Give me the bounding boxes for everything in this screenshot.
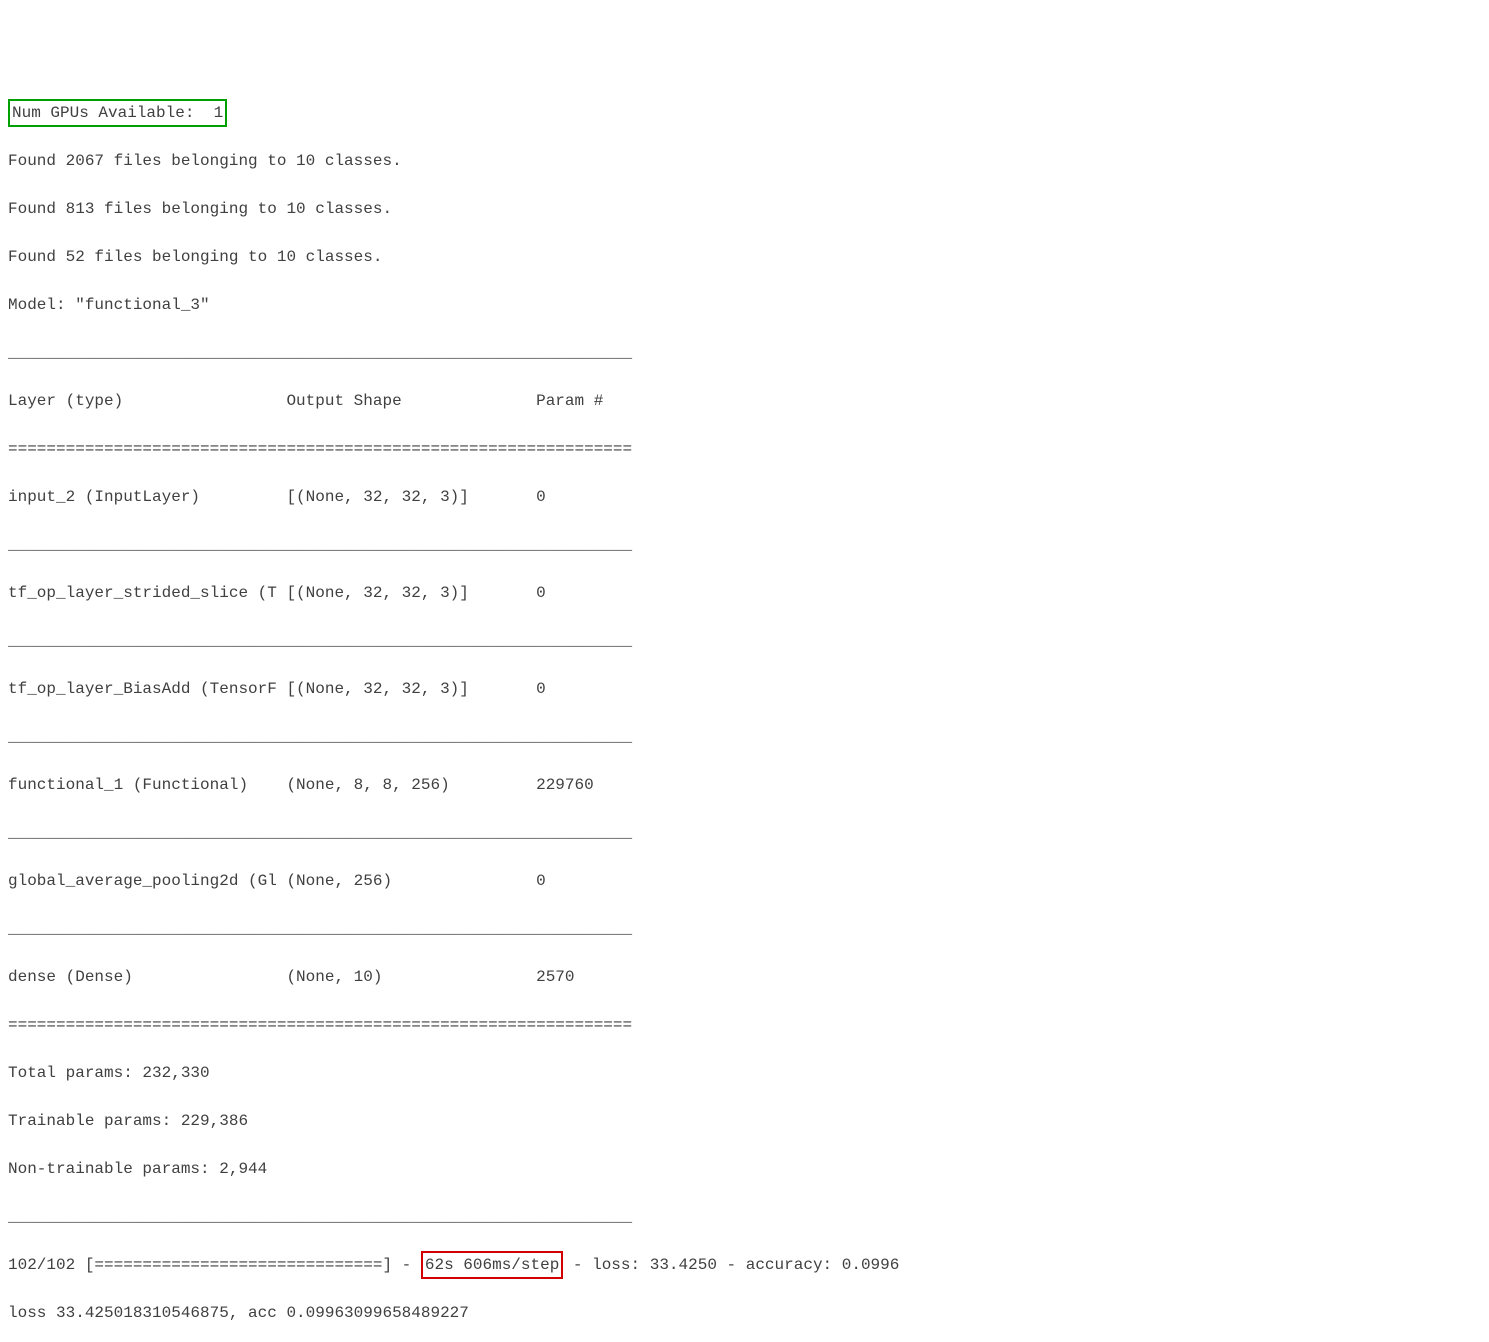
model-name-line: Model: "functional_3" bbox=[8, 293, 1481, 317]
table-header-row: Layer (type) Output Shape Param # bbox=[8, 389, 1481, 413]
separator-underscore: ________________________________________… bbox=[8, 821, 1481, 845]
trainable-params-line: Trainable params: 229,386 bbox=[8, 1109, 1481, 1133]
separator-equals: ========================================… bbox=[8, 437, 1481, 461]
table-row: tf_op_layer_strided_slice (T [(None, 32,… bbox=[8, 581, 1481, 605]
nontrainable-params-line: Non-trainable params: 2,944 bbox=[8, 1157, 1481, 1181]
separator-underscore: ________________________________________… bbox=[8, 917, 1481, 941]
separator-underscore: ________________________________________… bbox=[8, 533, 1481, 557]
separator-equals: ========================================… bbox=[8, 1013, 1481, 1037]
table-row: tf_op_layer_BiasAdd (TensorF [(None, 32,… bbox=[8, 677, 1481, 701]
eval-metrics: - loss: 33.4250 - accuracy: 0.0996 bbox=[563, 1256, 899, 1274]
table-row: functional_1 (Functional) (None, 8, 8, 2… bbox=[8, 773, 1481, 797]
separator-underscore: ________________________________________… bbox=[8, 1205, 1481, 1229]
found-files-line-2: Found 813 files belonging to 10 classes. bbox=[8, 197, 1481, 221]
table-row: input_2 (InputLayer) [(None, 32, 32, 3)]… bbox=[8, 485, 1481, 509]
gpu-highlight-box: Num GPUs Available: 1 bbox=[8, 99, 227, 127]
found-files-line-1: Found 2067 files belonging to 10 classes… bbox=[8, 149, 1481, 173]
gpu-availability-line: Num GPUs Available: 1 bbox=[8, 101, 1481, 125]
eval-time-text: 62s 606ms/step bbox=[425, 1256, 559, 1274]
separator-underscore: ________________________________________… bbox=[8, 341, 1481, 365]
loss-acc-line: loss 33.425018310546875, acc 0.099630996… bbox=[8, 1301, 1481, 1325]
table-row: dense (Dense) (None, 10) 2570 bbox=[8, 965, 1481, 989]
total-params-line: Total params: 232,330 bbox=[8, 1061, 1481, 1085]
eval-progress-line: 102/102 [==============================]… bbox=[8, 1253, 1481, 1277]
separator-underscore: ________________________________________… bbox=[8, 725, 1481, 749]
separator-underscore: ________________________________________… bbox=[8, 629, 1481, 653]
found-files-line-3: Found 52 files belonging to 10 classes. bbox=[8, 245, 1481, 269]
gpu-text: Num GPUs Available: 1 bbox=[12, 104, 223, 122]
eval-progress-prefix: 102/102 [==============================]… bbox=[8, 1256, 421, 1274]
table-row: global_average_pooling2d (Gl (None, 256)… bbox=[8, 869, 1481, 893]
eval-time-highlight: 62s 606ms/step bbox=[421, 1251, 563, 1279]
